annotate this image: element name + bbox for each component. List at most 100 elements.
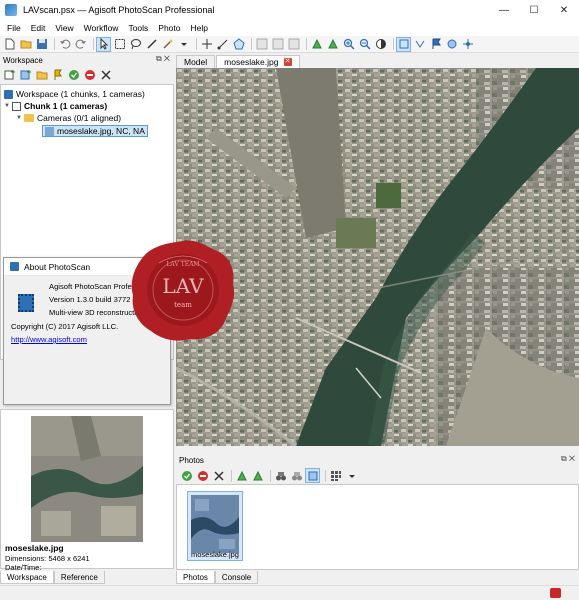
add-chunk-icon[interactable] bbox=[3, 68, 16, 81]
zoom-in-icon[interactable] bbox=[342, 38, 355, 51]
view-grid-icon[interactable] bbox=[329, 469, 342, 482]
photo-thumbnail[interactable]: moseslake.jpg bbox=[187, 491, 243, 561]
tree-chunk[interactable]: ▼ Chunk 1 (1 cameras) bbox=[4, 100, 107, 112]
menu-help[interactable]: Help bbox=[186, 23, 213, 33]
status-bar bbox=[0, 585, 579, 600]
remove-icon[interactable] bbox=[99, 68, 112, 81]
crop-icon[interactable] bbox=[271, 38, 284, 51]
navigation-cursor-icon[interactable] bbox=[96, 36, 111, 52]
tab-photo[interactable]: moseslake.jpg ✕ bbox=[216, 55, 300, 68]
rotate-left-icon[interactable] bbox=[310, 38, 323, 51]
zoom-out-icon[interactable] bbox=[358, 38, 371, 51]
brightness-icon[interactable] bbox=[374, 38, 387, 51]
tab-console[interactable]: Console bbox=[214, 571, 259, 584]
workspace-panel-header: Workspace ⧉ ✕ bbox=[0, 54, 174, 66]
dropdown-chevron-icon[interactable] bbox=[177, 38, 190, 51]
open-folder-icon[interactable] bbox=[19, 38, 32, 51]
chevron-down-icon[interactable] bbox=[345, 469, 358, 482]
left-bottom-tabs: Workspace Reference bbox=[0, 571, 174, 584]
photos-grid: moseslake.jpg bbox=[176, 484, 579, 570]
rotate-right-icon[interactable] bbox=[326, 38, 339, 51]
menu-tools[interactable]: Tools bbox=[123, 23, 153, 33]
lasso-selection-icon[interactable] bbox=[129, 38, 142, 51]
chunk-icon bbox=[12, 101, 21, 111]
enable-icon[interactable] bbox=[67, 68, 80, 81]
right-bottom-tabs: Photos Console bbox=[176, 571, 579, 584]
notification-icon[interactable] bbox=[550, 588, 561, 598]
seal-sub-text: team bbox=[174, 301, 192, 309]
ruler-icon[interactable] bbox=[216, 38, 229, 51]
about-copyright: Copyright (C) 2017 Agisoft LLC. bbox=[11, 322, 119, 331]
show-markers-icon[interactable] bbox=[429, 38, 442, 51]
seal-rim-text: LAV TEAM bbox=[166, 261, 199, 268]
about-dialog-title: About PhotoScan bbox=[24, 261, 91, 272]
show-masks-icon[interactable] bbox=[445, 38, 458, 51]
thumbnail-label: moseslake.jpg bbox=[191, 550, 239, 559]
rotate-right-icon[interactable] bbox=[251, 469, 264, 482]
wax-seal-logo: LAV team LAV TEAM bbox=[131, 240, 235, 341]
panel-float-close-icon[interactable]: ⧉ ✕ bbox=[561, 454, 575, 464]
tree-photo-label: moseslake.jpg, NC, NA bbox=[57, 126, 145, 136]
close-icon[interactable]: ✕ bbox=[283, 58, 292, 66]
disable-icon[interactable] bbox=[196, 469, 209, 482]
tab-photos[interactable]: Photos bbox=[176, 571, 215, 584]
disable-icon[interactable] bbox=[83, 68, 96, 81]
move-marker-icon[interactable] bbox=[200, 38, 213, 51]
tab-reference[interactable]: Reference bbox=[53, 571, 105, 584]
binoculars-icon[interactable] bbox=[274, 469, 287, 482]
tab-photo-label: moseslake.jpg bbox=[224, 57, 279, 67]
menu-view[interactable]: View bbox=[50, 23, 78, 33]
preview-filename: moseslake.jpg bbox=[5, 543, 64, 553]
redo-icon[interactable] bbox=[74, 38, 87, 51]
menu-workflow[interactable]: Workflow bbox=[79, 23, 124, 33]
tree-root-label: Workspace (1 chunks, 1 cameras) bbox=[16, 89, 145, 99]
window-title: LAVscan.psx — Agisoft PhotoScan Professi… bbox=[23, 5, 215, 15]
shape-polygon-icon[interactable] bbox=[232, 38, 245, 51]
tree-chunk-label: Chunk 1 (1 cameras) bbox=[24, 101, 108, 111]
add-marker-icon[interactable] bbox=[51, 68, 64, 81]
seal-main-text: LAV bbox=[162, 274, 204, 298]
workspace-toolbar bbox=[0, 66, 174, 83]
folder-icon bbox=[24, 114, 34, 122]
tree-photo-item[interactable]: moseslake.jpg, NC, NA bbox=[42, 125, 148, 137]
film-icon bbox=[18, 294, 34, 312]
rotate-left-icon[interactable] bbox=[235, 469, 248, 482]
add-photos-icon[interactable] bbox=[19, 68, 32, 81]
tab-workspace[interactable]: Workspace bbox=[0, 571, 54, 584]
workspace-icon bbox=[4, 89, 13, 99]
new-project-icon[interactable] bbox=[3, 38, 16, 51]
rectangle-selection-icon[interactable] bbox=[113, 38, 126, 51]
tree-cameras-label: Cameras (0/1 aligned) bbox=[37, 113, 122, 123]
save-icon[interactable] bbox=[35, 38, 48, 51]
view-tabs: Model moseslake.jpg ✕ bbox=[176, 54, 579, 68]
menu-photo[interactable]: Photo bbox=[153, 23, 185, 33]
intelligent-scissors-icon[interactable] bbox=[145, 38, 158, 51]
tree-workspace-root[interactable]: Workspace (1 chunks, 1 cameras) bbox=[4, 88, 145, 100]
preview-dimensions: Dimensions: 5468 x 6241 bbox=[5, 554, 90, 563]
enable-icon[interactable] bbox=[180, 469, 193, 482]
undo-icon[interactable] bbox=[58, 38, 71, 51]
tab-model[interactable]: Model bbox=[176, 55, 216, 68]
close-window-button[interactable]: ✕ bbox=[549, 0, 579, 20]
menu-file[interactable]: File bbox=[2, 23, 26, 33]
menu-bar: File Edit View Workflow Tools Photo Help bbox=[0, 20, 579, 36]
show-shapes-icon[interactable] bbox=[413, 38, 426, 51]
minimize-button[interactable]: — bbox=[489, 0, 519, 20]
tree-cameras-folder[interactable]: ▼ Cameras (0/1 aligned) bbox=[16, 112, 121, 124]
about-website-link[interactable]: http://www.agisoft.com bbox=[11, 335, 87, 344]
delete-selection-icon[interactable] bbox=[287, 38, 300, 51]
magic-wand-icon[interactable] bbox=[161, 38, 174, 51]
menu-edit[interactable]: Edit bbox=[26, 23, 51, 33]
chevron-down-icon[interactable]: ▼ bbox=[4, 103, 12, 109]
panel-float-close-icon[interactable]: ⧉ ✕ bbox=[156, 54, 170, 64]
cut-icon[interactable] bbox=[255, 38, 268, 51]
show-images-icon[interactable] bbox=[305, 468, 320, 483]
chevron-down-icon[interactable]: ▼ bbox=[16, 115, 24, 121]
reset-filter-icon[interactable] bbox=[290, 469, 303, 482]
show-cameras-icon[interactable] bbox=[396, 36, 411, 52]
add-folder-icon[interactable] bbox=[35, 68, 48, 81]
maximize-button[interactable]: ☐ bbox=[519, 0, 549, 20]
navigate-icon[interactable] bbox=[461, 38, 474, 51]
remove-icon[interactable] bbox=[212, 469, 225, 482]
camera-icon bbox=[45, 126, 54, 136]
